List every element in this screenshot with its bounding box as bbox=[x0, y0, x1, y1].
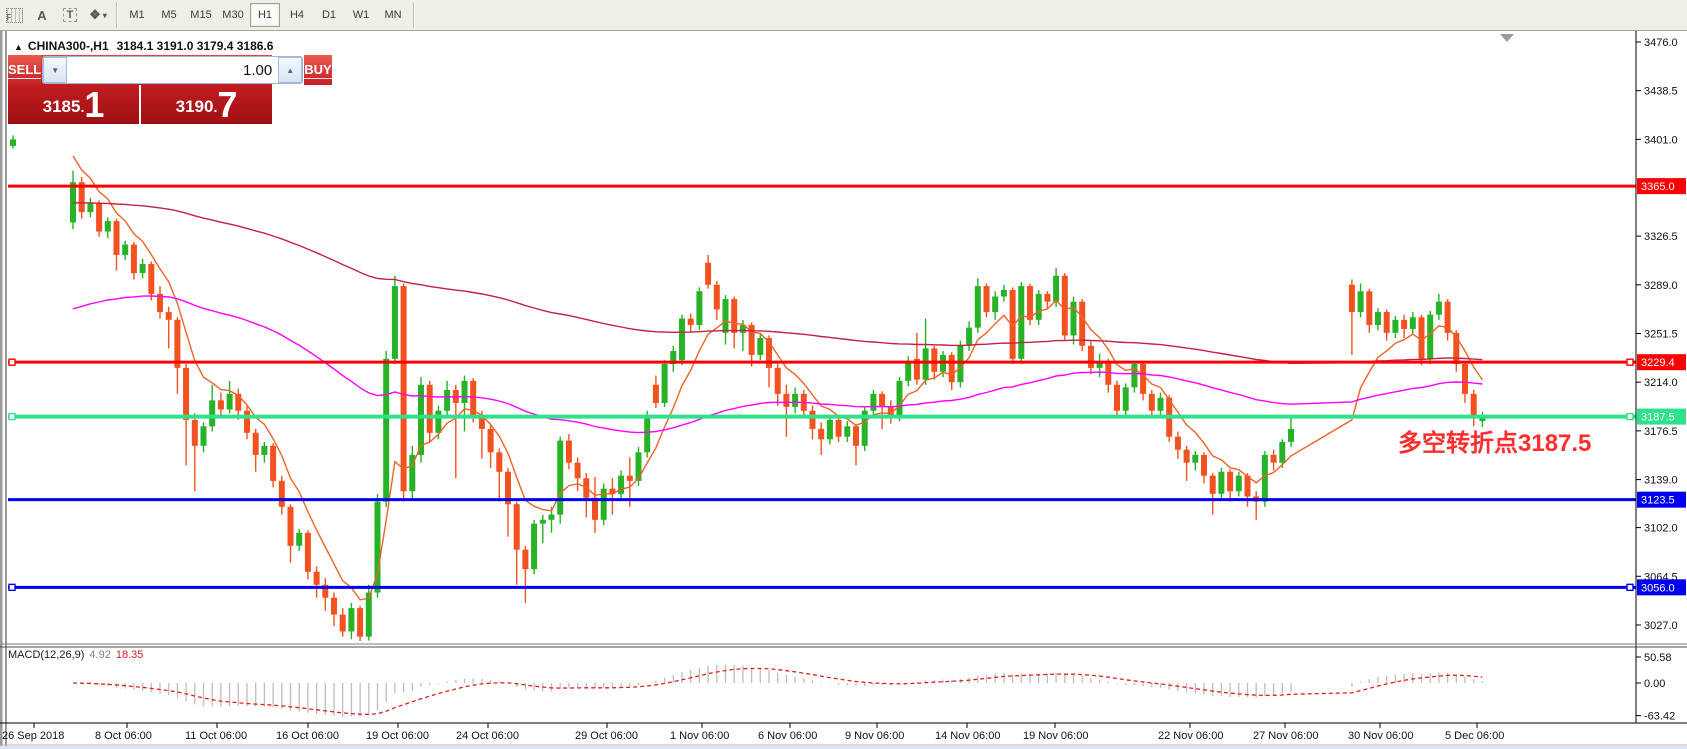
ohlc-values: 3184.1 3191.0 3179.4 3186.6 bbox=[117, 39, 274, 53]
chart-title: ▲ CHINA300-,H1 3184.1 3191.0 3179.4 3186.6 bbox=[14, 39, 273, 53]
time-tick-label: 24 Oct 06:00 bbox=[456, 730, 519, 742]
chevron-down-icon: ▾ bbox=[103, 11, 107, 20]
price-badge: 3056.0 bbox=[1641, 582, 1675, 594]
symbol-period-label: CHINA300-,H1 bbox=[28, 39, 109, 53]
volume-input[interactable] bbox=[67, 57, 278, 83]
price-badge: 3229.4 bbox=[1641, 357, 1675, 369]
price-tick-label: 3176.5 bbox=[1644, 426, 1678, 438]
time-tick-label: 1 Nov 06:00 bbox=[670, 730, 729, 742]
toolbar-separator bbox=[116, 2, 117, 28]
price-tick-label: 3401.0 bbox=[1644, 134, 1678, 146]
time-tick-label: 6 Nov 06:00 bbox=[758, 730, 817, 742]
volume-spinner: ▼ ▲ bbox=[42, 56, 303, 84]
trend-annotation: 多空转折点3187.5 bbox=[1398, 423, 1591, 458]
timeframe-group: M1M5M15M30H1H4D1W1MN bbox=[121, 3, 409, 27]
time-tick-label: 8 Oct 06:00 bbox=[95, 730, 152, 742]
price-tick-label: 3027.0 bbox=[1644, 620, 1678, 632]
price-tick-label: 3438.5 bbox=[1644, 86, 1678, 98]
time-tick-label: 27 Nov 06:00 bbox=[1253, 730, 1318, 742]
collapse-icon[interactable]: ▲ bbox=[14, 42, 23, 52]
timeframe-button-H1[interactable]: H1 bbox=[250, 3, 280, 27]
price-tick-label: 3251.5 bbox=[1644, 328, 1678, 340]
time-tick-label: 22 Nov 06:00 bbox=[1158, 730, 1223, 742]
time-tick-label: 11 Oct 06:00 bbox=[185, 730, 247, 742]
price-badge: 3187.5 bbox=[1641, 412, 1675, 424]
price-tick-label: 3214.0 bbox=[1644, 377, 1678, 389]
time-tick-label: 26 Sep 2018 bbox=[2, 730, 64, 742]
price-tick-label: 3476.0 bbox=[1644, 37, 1678, 49]
text-label-icon[interactable]: A bbox=[29, 4, 55, 26]
indicator-label: MACD(12,26,9)4.9218.35 bbox=[8, 649, 143, 661]
shapes-icon[interactable]: ❖▾ bbox=[85, 4, 111, 26]
timeframe-button-M30[interactable]: M30 bbox=[218, 3, 248, 27]
one-click-trading-panel: SELL ▼ ▲ BUY 3185.1 3190.7 bbox=[8, 55, 272, 124]
toolbar: F A T ❖▾ M1M5M15M30H1H4D1W1MN bbox=[0, 0, 1687, 31]
time-tick-label: 5 Dec 06:00 bbox=[1445, 730, 1504, 742]
scroll-end-marker-icon bbox=[1500, 34, 1514, 42]
time-tick-label: 19 Nov 06:00 bbox=[1023, 730, 1088, 742]
time-tick-label: 19 Oct 06:00 bbox=[366, 730, 429, 742]
text-box-icon[interactable]: T bbox=[57, 4, 83, 26]
timeframe-button-M15[interactable]: M15 bbox=[186, 3, 216, 27]
toolbar-separator bbox=[413, 2, 414, 28]
timeframe-button-MN[interactable]: MN bbox=[378, 3, 408, 27]
time-tick-label: 30 Nov 06:00 bbox=[1348, 730, 1413, 742]
price-tick-label: 3289.0 bbox=[1644, 280, 1678, 292]
time-tick-label: 29 Oct 06:00 bbox=[575, 730, 638, 742]
time-tick-label: 14 Nov 06:00 bbox=[935, 730, 1000, 742]
timeframe-button-M1[interactable]: M1 bbox=[122, 3, 152, 27]
macd-tick-label: -63.42 bbox=[1644, 711, 1675, 723]
volume-decrease-button[interactable]: ▼ bbox=[43, 57, 67, 83]
time-tick-label: 16 Oct 06:00 bbox=[276, 730, 339, 742]
buy-button[interactable]: BUY bbox=[304, 55, 331, 85]
price-tick-label: 3139.0 bbox=[1644, 475, 1678, 487]
sell-button[interactable]: SELL bbox=[8, 55, 41, 85]
macd-tick-label: 50.58 bbox=[1644, 652, 1672, 664]
price-badge: 3365.0 bbox=[1641, 181, 1675, 193]
timeframe-button-H4[interactable]: H4 bbox=[282, 3, 312, 27]
price-tick-label: 3326.5 bbox=[1644, 231, 1678, 243]
ask-price[interactable]: 3190.7 bbox=[141, 85, 272, 124]
timeframe-button-W1[interactable]: W1 bbox=[346, 3, 376, 27]
grid-template-icon[interactable]: F bbox=[1, 4, 27, 26]
time-tick-label: 9 Nov 06:00 bbox=[845, 730, 904, 742]
volume-increase-button[interactable]: ▲ bbox=[278, 57, 302, 83]
bid-price[interactable]: 3185.1 bbox=[8, 85, 141, 124]
price-tick-label: 3102.0 bbox=[1644, 523, 1678, 535]
macd-tick-label: 0.00 bbox=[1644, 678, 1665, 690]
price-badge: 3123.5 bbox=[1641, 495, 1675, 507]
timeframe-button-D1[interactable]: D1 bbox=[314, 3, 344, 27]
timeframe-button-M5[interactable]: M5 bbox=[154, 3, 184, 27]
